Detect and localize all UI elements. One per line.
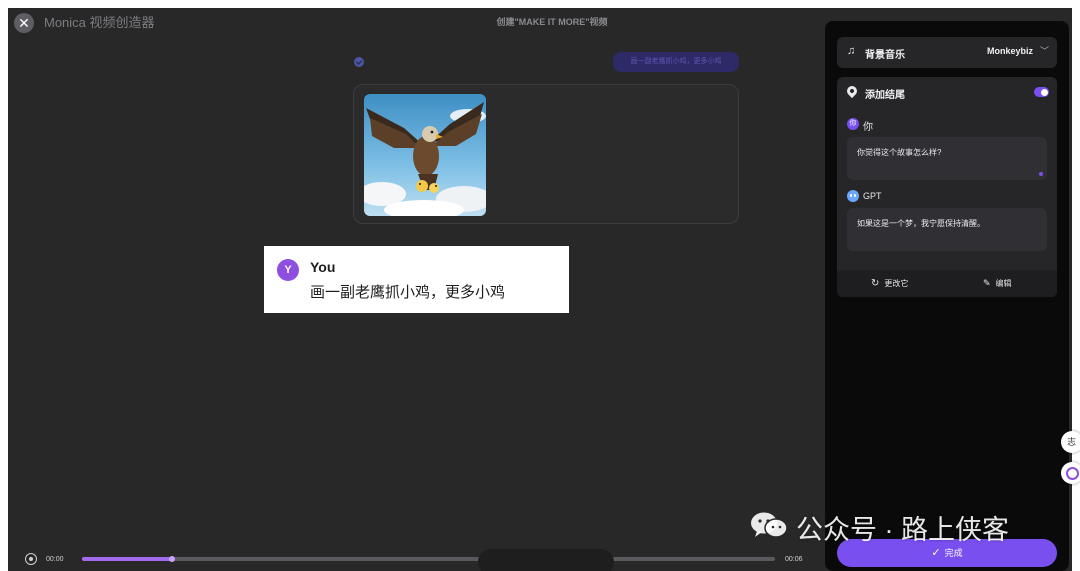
bottom-control-pill[interactable] — [478, 549, 614, 571]
wechat-watermark: 公众号 · 路上侠客 — [750, 508, 1009, 545]
done-label: 完成 — [944, 548, 963, 558]
background-music-value: Monkeybiz — [986, 46, 1033, 56]
watermark-text: 公众号 · 路上侠客 — [796, 515, 1009, 545]
side-widget-glyph: 志 — [1067, 437, 1077, 447]
timeline-scrubber[interactable] — [82, 556, 775, 562]
refresh-icon: ↻ — [871, 278, 880, 289]
add-ending-toggle[interactable] — [1034, 87, 1049, 97]
caption-speaker-name: You — [310, 259, 336, 275]
background-music-label: 背景音乐 — [865, 50, 905, 61]
app-title: Monica 视频创造器 — [44, 15, 155, 30]
generated-image-card — [353, 84, 739, 224]
location-pin-icon — [844, 83, 860, 99]
ending-card-actions: ↻ 更改它 ✎ 编辑 — [837, 270, 1057, 297]
user-ending-message-field[interactable]: 你觉得这个故事怎么样? — [847, 137, 1047, 180]
add-ending-card: 添加结尾 你 你 你觉得这个故事怎么样? GPT 如果这是一个梦，我宁愿保持清醒… — [837, 77, 1057, 297]
user-prompt-bubble: 画一副老鹰抓小鸡，更多小鸡 — [613, 52, 739, 72]
caption-text: 画一副老鹰抓小鸡，更多小鸡 — [310, 284, 506, 301]
wechat-icon — [751, 512, 788, 538]
total-time: 00:06 — [785, 556, 803, 563]
user-ending-message: 你觉得这个故事怎么样? — [857, 148, 942, 157]
user-avatar: Y — [277, 259, 299, 281]
user-speaker-label: 你 — [863, 122, 873, 133]
music-note-icon: ♫ — [847, 45, 856, 57]
timeline-progress — [82, 557, 173, 561]
edit-label: 编辑 — [995, 279, 1012, 288]
resize-handle[interactable] — [1039, 172, 1043, 176]
regenerate-label: 更改它 — [884, 279, 909, 288]
current-time: 00:00 — [46, 556, 64, 563]
play-pause-button[interactable] — [25, 553, 37, 565]
checkmark-icon: ✓ — [931, 547, 941, 559]
edit-button[interactable]: ✎ 编辑 — [983, 278, 1012, 289]
add-ending-label: 添加结尾 — [865, 90, 905, 101]
user-speaker-avatar: 你 — [847, 118, 859, 130]
chevron-down-icon: ﹀ — [1039, 46, 1049, 56]
side-widget-note[interactable]: 志 — [1061, 431, 1080, 453]
regenerate-button[interactable]: ↻ 更改它 — [871, 278, 908, 289]
gpt-speaker-label: GPT — [863, 191, 882, 201]
pencil-icon: ✎ — [983, 278, 991, 288]
background-music-dropdown[interactable]: ♫ 背景音乐 Monkeybiz ﹀ — [837, 37, 1057, 68]
timeline-knob[interactable] — [169, 556, 176, 562]
gpt-ending-message-field[interactable]: 如果这是一个梦，我宁愿保持清醒。 — [847, 208, 1047, 251]
settings-panel: ♫ 背景音乐 Monkeybiz ﹀ 添加结尾 你 你 你觉得这个故事怎么样? … — [825, 21, 1069, 571]
monica-assistant-icon[interactable] — [1061, 462, 1080, 484]
generated-image[interactable] — [364, 94, 486, 216]
eagle-illustration — [364, 94, 486, 216]
check-icon — [354, 57, 364, 67]
gpt-ending-message: 如果这是一个梦，我宁愿保持清醒。 — [857, 219, 985, 228]
video-creator-window: ✕ Monica 视频创造器 创建"MAKE IT MORE"视频 画一副老鹰抓… — [8, 8, 1072, 571]
video-title: 创建"MAKE IT MORE"视频 — [496, 17, 608, 27]
subtitle-caption: Y You 画一副老鹰抓小鸡，更多小鸡 — [264, 246, 569, 313]
gpt-bot-icon — [847, 190, 859, 202]
close-icon[interactable]: ✕ — [14, 13, 34, 33]
